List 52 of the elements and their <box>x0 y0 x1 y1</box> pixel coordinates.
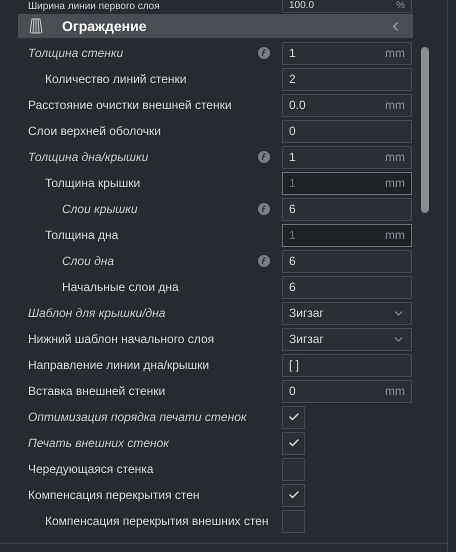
unit-label: mm <box>385 149 405 166</box>
number-field[interactable]: 1 mm <box>282 146 412 168</box>
number-field[interactable]: 0.0 mm <box>282 94 412 116</box>
formula-icon <box>258 203 270 215</box>
check-icon <box>288 489 300 501</box>
number-field[interactable]: 2 <box>282 68 412 90</box>
number-field[interactable]: 1 mm <box>282 42 412 64</box>
number-field[interactable]: 0 <box>282 120 412 142</box>
unit-label: mm <box>385 383 405 400</box>
checkbox[interactable] <box>282 458 305 480</box>
setting-label: Расстояние очистки внешней стенки <box>28 97 232 114</box>
section-header[interactable]: Ограждение <box>18 14 413 38</box>
unit-label: mm <box>385 45 405 62</box>
dropdown[interactable]: Зигзаг <box>282 302 412 324</box>
setting-label: Печать внешних стенок <box>28 435 169 452</box>
checkbox[interactable] <box>282 406 305 428</box>
number-field[interactable]: 0 mm <box>282 380 412 402</box>
number-field[interactable]: 100.0 % <box>282 0 412 13</box>
checkbox[interactable] <box>282 510 305 532</box>
setting-label: Компенсация перекрытия стен <box>28 487 200 504</box>
setting-label: Нижний шаблон начального слоя <box>28 331 214 348</box>
formula-icon <box>258 151 270 163</box>
unit-label: mm <box>385 175 405 192</box>
checkbox[interactable] <box>282 484 305 506</box>
setting-label: Слои верхней оболочки <box>28 123 162 140</box>
check-icon <box>288 437 300 449</box>
scrollbar-thumb[interactable] <box>421 47 429 213</box>
setting-label: Начальные слои дна <box>62 279 179 296</box>
setting-label: Толщина стенки <box>28 45 124 62</box>
check-icon <box>288 411 300 423</box>
setting-label: Толщина дна/крышки <box>28 149 148 166</box>
setting-label: Количество линий стенки <box>45 71 186 88</box>
setting-label: Толщина крышки <box>45 175 140 192</box>
setting-label: Направление линии дна/крышки <box>28 357 210 374</box>
setting-label: Компенсация перекрытия внешних стен <box>45 513 269 530</box>
setting-label: Чередующаяся стенка <box>28 461 154 478</box>
unit-label: % <box>396 0 405 12</box>
checkbox[interactable] <box>282 432 305 454</box>
formula-icon <box>258 255 270 267</box>
unit-label: mm <box>385 97 405 114</box>
number-field[interactable]: [ ] <box>282 354 412 376</box>
setting-label: Слои дна <box>62 253 114 270</box>
setting-label: Толщина дна <box>45 227 118 244</box>
wall-icon <box>28 18 44 34</box>
formula-icon <box>258 47 270 59</box>
setting-label: Слои крышки <box>62 201 138 218</box>
unit-label: mm <box>385 227 405 244</box>
dropdown[interactable]: Зигзаг <box>282 328 412 350</box>
setting-label: Оптимизация порядка печати стенок <box>28 409 247 426</box>
setting-label: Ширина линии первого слоя <box>27 0 161 12</box>
setting-label: Вставка внешней стенки <box>28 383 166 400</box>
setting-label: Шаблон для крышки/дна <box>28 305 166 322</box>
